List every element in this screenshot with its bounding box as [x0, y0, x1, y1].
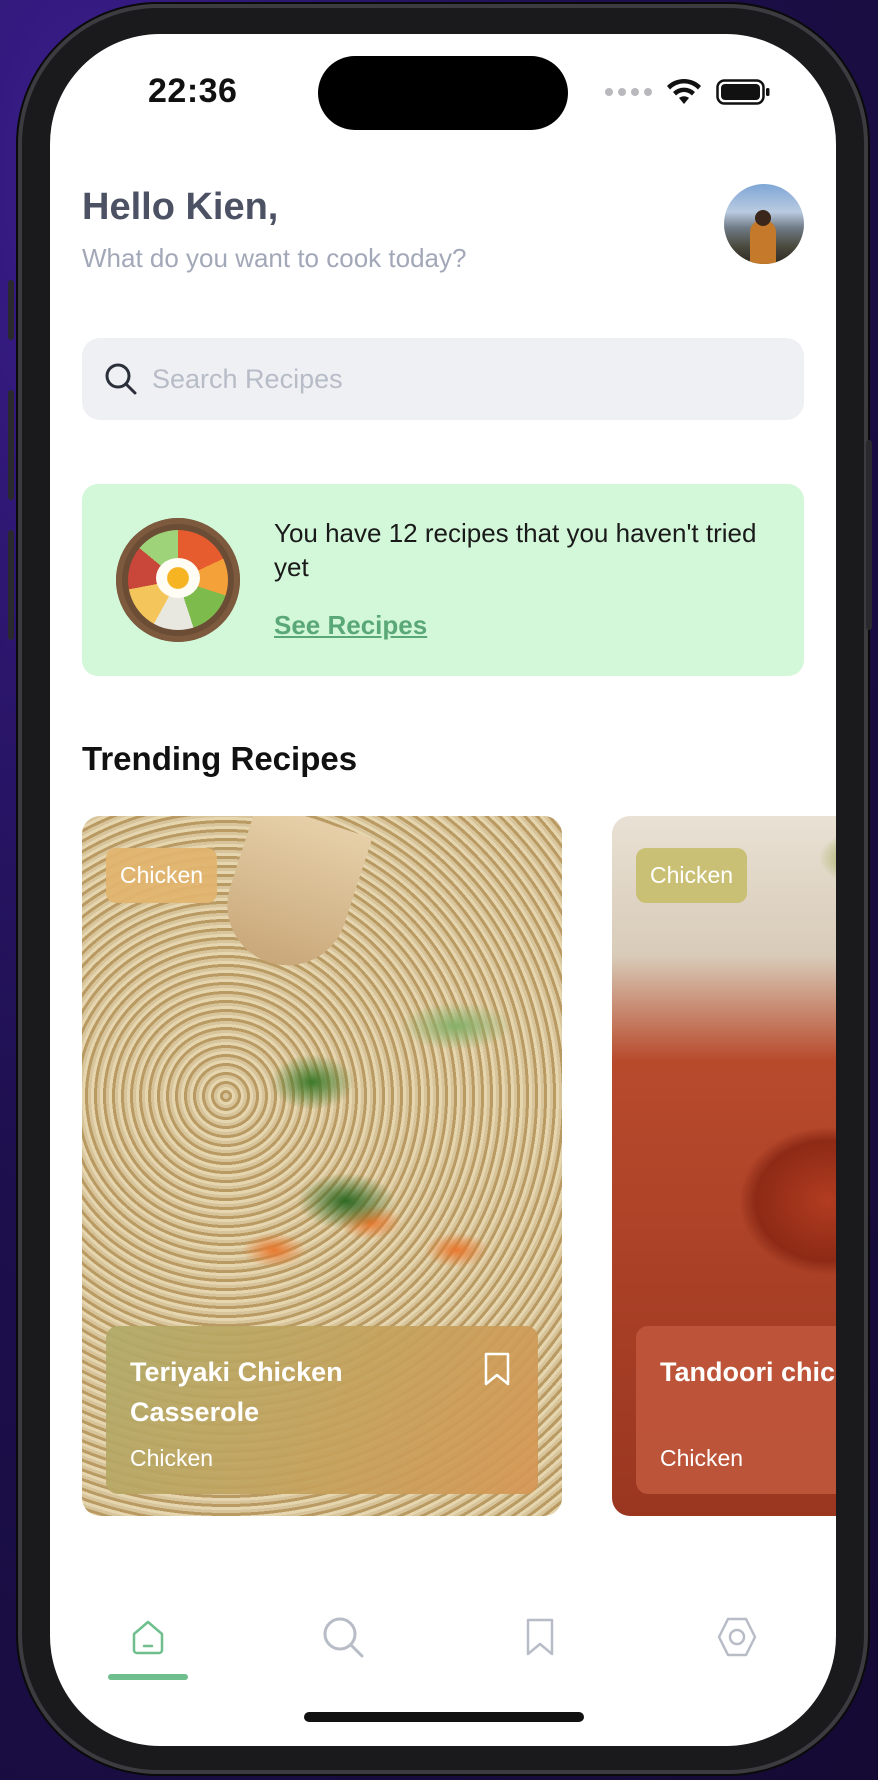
volume-down-button: [8, 530, 14, 640]
recipe-card[interactable]: Chicken Tandoori chicken Chicken: [612, 816, 836, 1516]
food-image: [211, 816, 373, 981]
power-button: [866, 440, 872, 630]
signal-dots-icon: [605, 88, 652, 96]
home-indicator: [304, 1712, 584, 1722]
recipe-tag: Chicken: [636, 848, 748, 903]
bookmark-icon[interactable]: [505, 1602, 575, 1672]
banner-text: You have 12 recipes that you haven't tri…: [274, 518, 757, 582]
recipe-card[interactable]: Chicken Teriyaki Chicken Casserole Chick…: [82, 816, 562, 1516]
status-icons: [605, 78, 772, 106]
search-input[interactable]: [152, 363, 752, 395]
recipe-title: Tandoori chicken: [660, 1357, 836, 1387]
mute-switch: [8, 280, 14, 340]
recipe-tag: Chicken: [106, 848, 218, 903]
greeting-block: Hello Kien, What do you want to cook tod…: [82, 186, 466, 274]
recipe-category: Chicken: [130, 1445, 214, 1471]
untried-recipes-banner: You have 12 recipes that you haven't tri…: [82, 484, 804, 676]
battery-icon: [716, 79, 770, 105]
see-recipes-link[interactable]: See Recipes: [274, 610, 427, 641]
search-icon[interactable]: [308, 1602, 378, 1672]
search-icon: [105, 363, 137, 395]
recipe-category: Chicken: [660, 1445, 744, 1471]
status-time: 22:36: [148, 72, 238, 110]
bottom-nav: [50, 1602, 836, 1702]
recipe-title: Teriyaki Chicken Casserole: [130, 1357, 343, 1427]
trending-title: Trending Recipes: [82, 740, 358, 777]
recipe-info-panel: Tandoori chicken Chicken: [636, 1326, 836, 1494]
bookmark-icon[interactable]: [482, 1352, 512, 1391]
nav-active-indicator: [108, 1674, 188, 1680]
food-bowl-image: [116, 518, 240, 642]
greeting-subtitle: What do you want to cook today?: [82, 243, 467, 273]
avatar[interactable]: [724, 184, 804, 264]
app-screen: 22:36 Hello Kien, What do you want to co…: [50, 34, 836, 1746]
volume-up-button: [8, 390, 14, 500]
recipe-info-panel: Teriyaki Chicken Casserole Chicken: [106, 1326, 538, 1494]
search-bar[interactable]: [82, 338, 804, 420]
dynamic-island: [318, 56, 568, 130]
home-icon[interactable]: [113, 1602, 183, 1672]
settings-icon[interactable]: [702, 1602, 772, 1672]
wifi-icon: [667, 78, 701, 104]
greeting-title: Hello Kien,: [82, 186, 279, 228]
